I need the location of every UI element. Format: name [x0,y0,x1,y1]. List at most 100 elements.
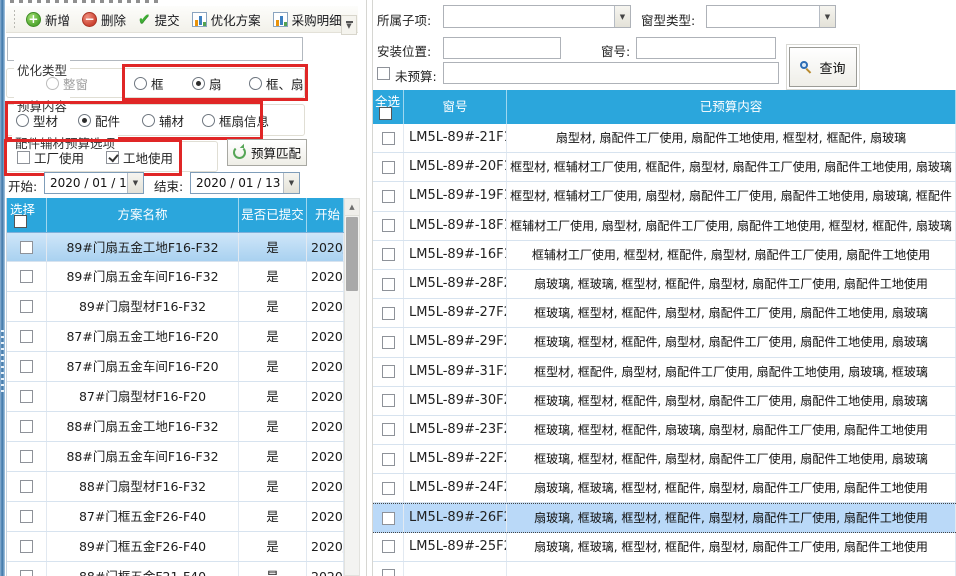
window-row[interactable]: LM5L-89#-24F22 扇玻璃, 框玻璃, 框型材, 框配件, 扇型材, … [373,474,956,503]
budget-match-button[interactable]: 预算匹配 [227,139,307,166]
window-row[interactable]: LM5L-89#-20F18 框型材, 框辅材工厂使用, 框配件, 扇型材, 扇… [373,153,956,182]
chevron-down-icon[interactable]: ▼ [283,173,299,193]
query-button[interactable]: 查询 [789,47,857,87]
optimize-plan-button[interactable]: 优化方案 [187,8,266,31]
radio-sash[interactable]: 扇 [192,74,222,93]
row-checkbox[interactable] [20,480,33,493]
window-row[interactable]: LM5L-89#-26F24 扇玻璃, 框玻璃, 框型材, 框配件, 扇型材, … [373,503,956,532]
window-row[interactable]: LM5L-89#-23F21 框玻璃, 框型材, 框配件, 扇玻璃, 扇型材, … [373,416,956,445]
plan-row[interactable]: 88#门框五金F21-F40 是 2020/0 [7,562,344,576]
window-type-combobox[interactable]: ▼ [706,5,836,28]
row-checkbox[interactable] [20,570,33,576]
collapsed-side-panel-strip[interactable] [0,0,5,576]
chevron-down-icon[interactable]: ▼ [614,6,630,27]
row-checkbox[interactable] [20,510,33,523]
row-checkbox[interactable] [20,241,33,254]
row-checkbox[interactable] [20,420,33,433]
window-row[interactable]: LM5L-89#-22F20 框玻璃, 框型材, 框配件, 扇型材, 扇配件工厂… [373,445,956,474]
row-checkbox[interactable] [382,569,395,576]
submit-button[interactable]: ✔ 提交 [133,8,185,31]
install-position-input[interactable] [443,37,561,59]
budgeted-content-cell: 框型材, 框辅材工厂使用, 扇型材, 扇配件工厂使用, 扇配件工地使用, 扇玻璃… [507,182,956,210]
chevron-down-icon[interactable]: ▼ [127,173,143,193]
row-checkbox[interactable] [382,132,395,145]
plan-row[interactable]: 87#门框五金F26-F40 是 2020/0 [7,502,344,532]
scrollbar-thumb[interactable] [346,217,358,291]
radio-frame[interactable]: 框 [134,74,164,93]
radio-accessory[interactable]: 配件 [78,111,120,130]
select-all-checkbox[interactable] [14,215,27,228]
plan-row[interactable]: 89#门框五金F26-F40 是 2020/0 [7,532,344,562]
toolbar-overflow-button[interactable]: ▼ [341,15,357,35]
date-end-value: 2020 / 01 / 13 [191,176,283,190]
chevron-down-icon[interactable]: ▼ [819,6,835,27]
window-no-input[interactable] [636,37,776,59]
radio-auxiliary[interactable]: 辅材 [142,111,184,130]
row-checkbox[interactable] [382,248,395,261]
row-checkbox[interactable] [382,190,395,203]
select-all-checkbox[interactable] [379,107,392,120]
row-checkbox[interactable] [382,394,395,407]
window-row[interactable]: LM5L-89#-27F25 框玻璃, 框型材, 框配件, 扇型材, 扇配件工厂… [373,299,956,328]
row-checkbox[interactable] [382,453,395,466]
checkbox-site-use[interactable]: 工地使用 [106,148,173,167]
radio-frame-sash[interactable]: 框、扇 [249,74,304,93]
unbudgeted-input[interactable] [443,62,779,84]
panel-splitter[interactable] [366,0,373,576]
row-checkbox[interactable] [20,540,33,553]
row-checkbox[interactable] [20,450,33,463]
row-checkbox[interactable] [382,278,395,291]
window-row[interactable] [373,562,956,576]
plan-row[interactable]: 87#门扇五金车间F16-F20 是 2020/0 [7,352,344,382]
window-row[interactable]: LM5L-89#-16F15 框辅材工厂使用, 框型材, 框配件, 扇型材, 扇… [373,241,956,270]
plan-search-input[interactable] [7,37,303,61]
plan-row[interactable]: 87#门扇五金工地F16-F20 是 2020/0 [7,322,344,352]
window-no-cell: LM5L-89#-26F24 [404,504,507,531]
window-row[interactable]: LM5L-89#-18F16 框辅材工厂使用, 扇型材, 扇配件工厂使用, 扇配… [373,212,956,241]
row-checkbox[interactable] [382,482,395,495]
add-button-label: 新增 [45,10,70,29]
date-start-picker[interactable]: 2020 / 01 / 1 ▼ [44,172,144,194]
row-checkbox[interactable] [20,330,33,343]
plan-row[interactable]: 89#门扇型材F16-F32 是 2020/0 [7,292,344,322]
row-checkbox[interactable] [382,423,395,436]
plan-row[interactable]: 88#门扇型材F16-F32 是 2020/0 [7,472,344,502]
radio-frame-sash-info[interactable]: 框扇信息 [202,111,269,130]
plan-row[interactable]: 88#门扇五金车间F16-F32 是 2020/0 [7,442,344,472]
row-checkbox[interactable] [382,307,395,320]
plan-row[interactable]: 89#门扇五金工地F16-F32 是 2020/0 [7,232,344,262]
window-row[interactable]: LM5L-89#-28F26 扇玻璃, 框玻璃, 框型材, 框配件, 扇型材, … [373,270,956,299]
plan-row[interactable]: 87#门扇型材F16-F20 是 2020/0 [7,382,344,412]
start-date-cell: 2020/0 [307,502,344,531]
window-row[interactable]: LM5L-89#-31F29 框型材, 框配件, 扇型材, 扇配件工厂使用, 扇… [373,358,956,387]
delete-button[interactable]: − 删除 [77,8,131,31]
row-checkbox[interactable] [20,270,33,283]
row-checkbox[interactable] [20,300,33,313]
toolbar-grip[interactable] [14,10,15,28]
scroll-up-arrow-icon[interactable]: ▲ [345,199,359,216]
checkbox-factory-use[interactable]: 工厂使用 [17,148,84,167]
row-checkbox[interactable] [382,161,395,174]
row-checkbox[interactable] [20,360,33,373]
window-row[interactable]: LM5L-89#-19F17 框型材, 框辅材工厂使用, 扇型材, 扇配件工厂使… [373,182,956,211]
sub-item-combobox[interactable]: ▼ [443,5,631,28]
window-row[interactable]: LM5L-89#-25F23 扇玻璃, 框玻璃, 框型材, 框配件, 扇型材, … [373,533,956,562]
window-row[interactable]: LM5L-89#-30F28 框玻璃, 框型材, 框配件, 扇型材, 扇配件工厂… [373,387,956,416]
row-checkbox[interactable] [382,512,395,525]
window-row[interactable]: LM5L-89#-21F19 扇型材, 扇配件工厂使用, 扇配件工地使用, 框型… [373,124,956,153]
add-button[interactable]: + 新增 [21,8,75,31]
plan-table-scrollbar[interactable]: ▲ [344,198,360,576]
unbudgeted-checkbox[interactable] [377,67,390,80]
row-checkbox[interactable] [382,540,395,553]
row-checkbox[interactable] [382,219,395,232]
radio-profile[interactable]: 型材 [16,111,58,130]
window-row[interactable]: LM5L-89#-29F27 框玻璃, 框型材, 框配件, 扇型材, 扇配件工厂… [373,328,956,357]
plan-row[interactable]: 89#门扇五金车间F16-F32 是 2020/0 [7,262,344,292]
row-checkbox[interactable] [382,365,395,378]
plan-row[interactable]: 88#门扇五金工地F16-F32 是 2020/0 [7,412,344,442]
row-checkbox[interactable] [382,336,395,349]
date-end-picker[interactable]: 2020 / 01 / 13 ▼ [190,172,300,194]
row-checkbox[interactable] [20,390,33,403]
radio-whole-window[interactable]: 整窗 [46,74,88,93]
row-select-cell [373,328,404,356]
